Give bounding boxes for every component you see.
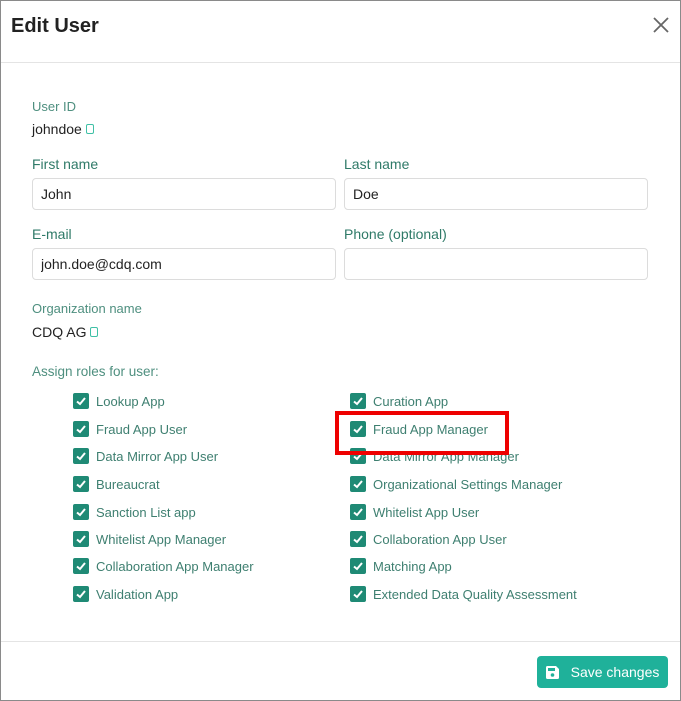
role-checkbox[interactable]: Collaboration App User [350, 531, 507, 547]
save-label: Save changes [570, 664, 660, 680]
role-label: Whitelist App Manager [96, 531, 227, 547]
role-label: Collaboration App User [373, 531, 507, 547]
checkbox-checked-icon[interactable] [350, 586, 366, 602]
checkbox-checked-icon[interactable] [350, 531, 366, 547]
user-id-value: johndoe [32, 121, 94, 137]
role-label: Extended Data Quality Assessment [373, 586, 577, 602]
user-id-label: User ID [32, 99, 77, 114]
phone-input[interactable] [344, 248, 648, 280]
role-label: Organizational Settings Manager [373, 476, 563, 492]
role-checkbox[interactable]: Sanction List app [73, 504, 196, 520]
role-checkbox[interactable]: Collaboration App Manager [73, 558, 254, 574]
checkbox-checked-icon[interactable] [73, 558, 89, 574]
organization-label: Organization name [32, 301, 142, 316]
checkbox-checked-icon[interactable] [350, 393, 366, 409]
role-checkbox[interactable]: Lookup App [73, 393, 165, 409]
checkbox-checked-icon[interactable] [73, 586, 89, 602]
role-label: Validation App [96, 586, 179, 602]
role-checkbox[interactable]: Fraud App User [73, 421, 187, 437]
role-label: Collaboration App Manager [96, 558, 254, 574]
role-label: Data Mirror App User [96, 448, 219, 464]
checkbox-checked-icon[interactable] [73, 476, 89, 492]
role-checkbox[interactable]: Curation App [350, 393, 448, 409]
first-name-label: First name [32, 156, 99, 172]
copy-icon[interactable] [85, 124, 94, 134]
header-divider [1, 62, 680, 63]
role-label: Sanction List app [96, 504, 196, 520]
role-label: Whitelist App User [373, 504, 480, 520]
role-checkbox[interactable]: Matching App [350, 558, 452, 574]
first-name-input[interactable] [32, 178, 336, 210]
role-label: Curation App [373, 393, 449, 409]
checkbox-checked-icon[interactable] [73, 393, 89, 409]
checkbox-checked-icon[interactable] [73, 421, 89, 437]
checkbox-checked-icon[interactable] [73, 531, 89, 547]
checkbox-checked-icon[interactable] [73, 448, 89, 464]
role-label: Matching App [373, 558, 452, 574]
copy-icon[interactable] [90, 327, 99, 337]
organization-value: CDQ AG [32, 324, 99, 340]
phone-label: Phone (optional) [344, 226, 447, 242]
dialog-title: Edit User [11, 15, 99, 37]
highlight-box [335, 411, 509, 455]
role-checkbox[interactable]: Validation App [73, 586, 178, 602]
save-changes-button[interactable]: Save changes [537, 656, 668, 688]
role-label: Bureaucrat [96, 476, 160, 492]
role-checkbox[interactable]: Bureaucrat [73, 476, 160, 492]
last-name-label: Last name [344, 156, 410, 172]
save-icon [545, 665, 559, 679]
role-checkbox[interactable]: Data Mirror App User [73, 448, 218, 464]
role-checkbox[interactable]: Organizational Settings Manager [350, 476, 562, 492]
checkbox-checked-icon[interactable] [350, 476, 366, 492]
role-checkbox[interactable]: Whitelist App Manager [73, 531, 226, 547]
role-label: Lookup App [96, 393, 165, 409]
close-icon[interactable] [650, 14, 672, 36]
checkbox-checked-icon[interactable] [350, 558, 366, 574]
last-name-input[interactable] [344, 178, 648, 210]
checkbox-checked-icon[interactable] [73, 504, 89, 520]
email-label: E-mail [32, 226, 72, 242]
checkbox-checked-icon[interactable] [350, 504, 366, 520]
user-id-text: johndoe [32, 121, 82, 137]
email-input[interactable] [32, 248, 336, 280]
role-checkbox[interactable]: Whitelist App User [350, 504, 479, 520]
footer-divider [1, 641, 680, 642]
role-label: Fraud App User [96, 421, 188, 437]
role-checkbox[interactable]: Extended Data Quality Assessment [350, 586, 577, 602]
roles-label: Assign roles for user: [32, 364, 159, 379]
organization-text: CDQ AG [32, 324, 87, 340]
